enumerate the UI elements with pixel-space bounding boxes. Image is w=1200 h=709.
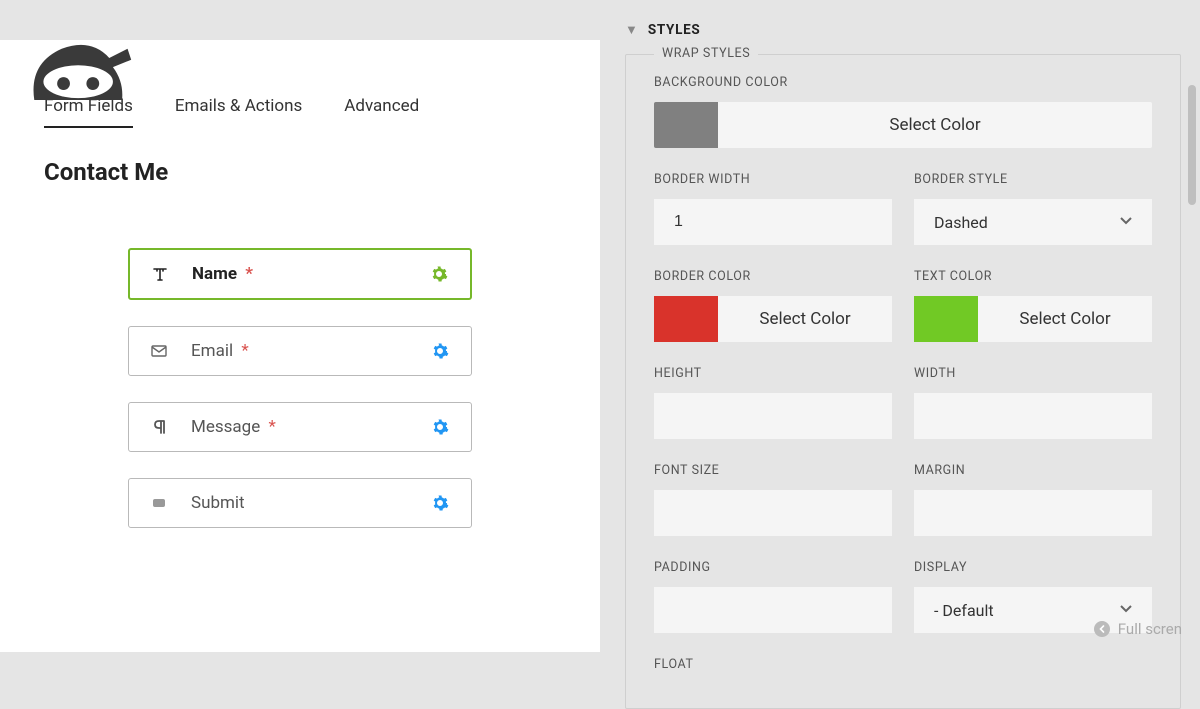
border-style-value: Dashed: [934, 213, 988, 232]
border-style-select[interactable]: Dashed: [914, 199, 1152, 245]
styles-panel: ▼ STYLES WRAP STYLES BACKGROUND COLOR Se…: [625, 22, 1181, 709]
font-size-label: FONT SIZE: [654, 463, 892, 478]
margin-label: MARGIN: [914, 463, 1152, 478]
gear-icon[interactable]: [431, 418, 449, 436]
background-color-picker[interactable]: Select Color: [654, 102, 1152, 148]
collapse-triangle-icon: ▼: [625, 22, 638, 38]
tab-advanced[interactable]: Advanced: [344, 96, 419, 128]
full-screen-toggle[interactable]: Full scren: [1094, 620, 1182, 638]
gear-icon[interactable]: [430, 265, 448, 283]
background-color-swatch[interactable]: [654, 102, 718, 148]
form-editor-panel: Form Fields Emails & Actions Advanced Co…: [0, 40, 600, 652]
field-label: Message *: [191, 417, 276, 437]
text-color-button[interactable]: Select Color: [978, 296, 1152, 342]
border-color-swatch[interactable]: [654, 296, 718, 342]
wrap-styles-fieldset: WRAP STYLES BACKGROUND COLOR Select Colo…: [625, 54, 1181, 709]
margin-block: MARGIN: [914, 463, 1152, 536]
border-width-label: BORDER WIDTH: [654, 172, 892, 187]
field-row-message[interactable]: Message *: [128, 402, 472, 452]
chevron-left-icon: [1094, 621, 1110, 637]
field-label: Name *: [192, 264, 253, 284]
field-label: Email *: [191, 341, 249, 361]
ninja-logo: [22, 36, 138, 100]
button-icon: [149, 494, 169, 512]
field-label: Submit: [191, 493, 245, 513]
text-color-block: TEXT COLOR Select Color: [914, 269, 1152, 342]
border-style-block: BORDER STYLE Dashed: [914, 172, 1152, 245]
background-color-label: BACKGROUND COLOR: [654, 75, 1152, 90]
padding-label: PADDING: [654, 560, 892, 575]
envelope-icon: [149, 342, 169, 360]
paragraph-icon: [149, 418, 169, 436]
wrap-styles-legend: WRAP STYLES: [654, 46, 758, 61]
float-label: FLOAT: [654, 657, 1152, 672]
styles-section-header[interactable]: ▼ STYLES: [625, 22, 1181, 38]
display-value: - Default: [934, 601, 994, 620]
text-color-label: TEXT COLOR: [914, 269, 1152, 284]
chevron-down-icon: [1118, 600, 1134, 620]
gear-icon[interactable]: [431, 342, 449, 360]
tab-emails-actions[interactable]: Emails & Actions: [175, 96, 302, 128]
height-label: HEIGHT: [654, 366, 892, 381]
border-width-input[interactable]: [654, 199, 892, 245]
text-color-picker[interactable]: Select Color: [914, 296, 1152, 342]
scrollbar-thumb[interactable]: [1188, 85, 1196, 205]
border-color-label: BORDER COLOR: [654, 269, 892, 284]
border-color-picker[interactable]: Select Color: [654, 296, 892, 342]
height-input[interactable]: [654, 393, 892, 439]
form-title: Contact Me: [0, 128, 600, 186]
height-block: HEIGHT: [654, 366, 892, 439]
full-screen-label: Full scren: [1118, 620, 1182, 638]
gear-icon[interactable]: [431, 494, 449, 512]
border-color-button[interactable]: Select Color: [718, 296, 892, 342]
border-width-block: BORDER WIDTH: [654, 172, 892, 245]
padding-input[interactable]: [654, 587, 892, 633]
styles-section-title: STYLES: [648, 22, 701, 38]
background-color-block: BACKGROUND COLOR Select Color: [654, 75, 1152, 148]
font-size-input[interactable]: [654, 490, 892, 536]
font-size-block: FONT SIZE: [654, 463, 892, 536]
width-label: WIDTH: [914, 366, 1152, 381]
field-row-email[interactable]: Email *: [128, 326, 472, 376]
margin-input[interactable]: [914, 490, 1152, 536]
text-icon: [150, 265, 170, 283]
padding-block: PADDING: [654, 560, 892, 633]
tab-form-fields[interactable]: Form Fields: [44, 96, 133, 128]
field-row-submit[interactable]: Submit: [128, 478, 472, 528]
border-style-label: BORDER STYLE: [914, 172, 1152, 187]
border-color-block: BORDER COLOR Select Color: [654, 269, 892, 342]
background-color-button[interactable]: Select Color: [718, 102, 1152, 148]
width-input[interactable]: [914, 393, 1152, 439]
chevron-down-icon: [1118, 212, 1134, 232]
fields-list: Name * Email * Message * Submit: [0, 186, 600, 528]
width-block: WIDTH: [914, 366, 1152, 439]
text-color-swatch[interactable]: [914, 296, 978, 342]
field-row-name[interactable]: Name *: [128, 248, 472, 300]
display-label: DISPLAY: [914, 560, 1152, 575]
